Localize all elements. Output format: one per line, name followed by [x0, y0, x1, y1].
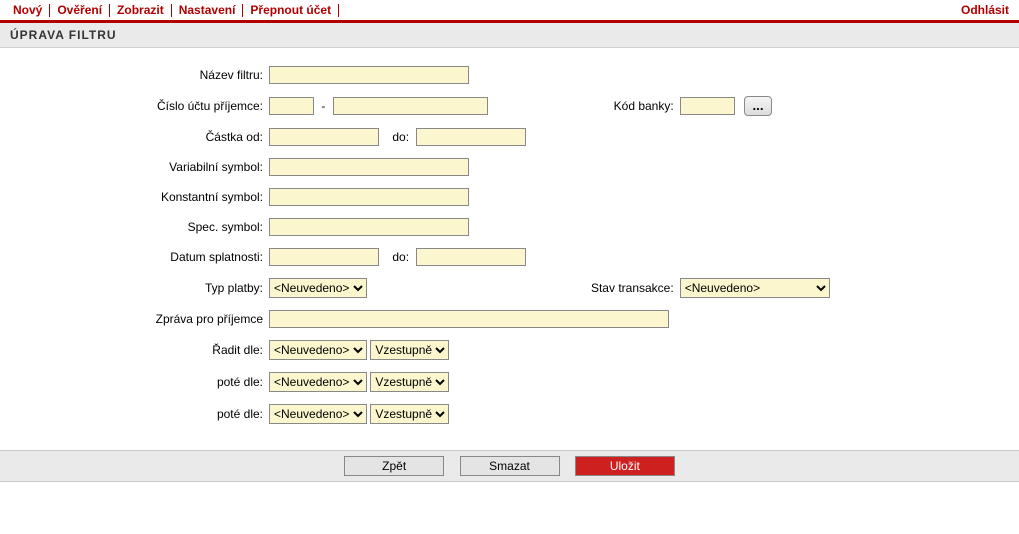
filter-name-input[interactable] — [269, 66, 469, 84]
then-by-label: poté dle: — [100, 366, 266, 398]
account-prefix-input[interactable] — [269, 97, 314, 115]
sort-by-label: Řadit dle: — [100, 334, 266, 366]
bank-code-label: Kód banky: — [491, 90, 677, 122]
amount-from-input[interactable] — [269, 128, 379, 146]
amount-from-label: Částka od: — [100, 122, 266, 152]
constant-symbol-input[interactable] — [269, 188, 469, 206]
menu-separator — [338, 4, 339, 17]
section-title: ÚPRAVA FILTRU — [0, 23, 1019, 48]
account-dash: - — [317, 99, 329, 113]
account-number-input[interactable] — [333, 97, 488, 115]
menu-left: Nový Ověření Zobrazit Nastavení Přepnout… — [6, 2, 339, 18]
tx-state-label: Stav transakce: — [491, 272, 677, 304]
save-button[interactable]: Uložit — [575, 456, 675, 476]
due-date-to-label: do: — [382, 250, 413, 264]
form-area: Název filtru: Číslo účtu příjemce: - Kód… — [0, 48, 1019, 450]
spec-symbol-input[interactable] — [269, 218, 469, 236]
spec-symbol-label: Spec. symbol: — [100, 212, 266, 242]
message-input[interactable] — [269, 310, 669, 328]
sort-by-direction-select[interactable]: Vzestupně — [370, 340, 449, 360]
bank-code-lookup-button[interactable]: ... — [744, 96, 772, 116]
filter-name-label: Název filtru: — [100, 60, 266, 90]
constant-symbol-label: Konstantní symbol: — [100, 182, 266, 212]
amount-to-input[interactable] — [416, 128, 526, 146]
menu-bar: Nový Ověření Zobrazit Nastavení Přepnout… — [0, 0, 1019, 23]
then-by-select[interactable]: <Neuvedeno> — [269, 372, 367, 392]
then-by-direction-select[interactable]: Vzestupně — [370, 372, 449, 392]
variable-symbol-label: Variabilní symbol: — [100, 152, 266, 182]
menu-item-settings[interactable]: Nastavení — [172, 2, 243, 18]
menu-item-verify[interactable]: Ověření — [50, 2, 109, 18]
due-date-label: Datum splatnosti: — [100, 242, 266, 272]
back-button[interactable]: Zpět — [344, 456, 444, 476]
tx-state-select[interactable]: <Neuvedeno> — [680, 278, 830, 298]
sort-by-select[interactable]: <Neuvedeno> — [269, 340, 367, 360]
recipient-account-label: Číslo účtu příjemce: — [100, 90, 266, 122]
delete-button[interactable]: Smazat — [460, 456, 560, 476]
message-label: Zpráva pro příjemce — [100, 304, 266, 334]
footer-bar: Zpět Smazat Uložit — [0, 450, 1019, 482]
due-date-to-input[interactable] — [416, 248, 526, 266]
payment-type-select[interactable]: <Neuvedeno> — [269, 278, 367, 298]
menu-item-new[interactable]: Nový — [6, 2, 49, 18]
then-by2-label: poté dle: — [100, 398, 266, 430]
logout-link[interactable]: Odhlásit — [957, 2, 1013, 18]
then-by2-direction-select[interactable]: Vzestupně — [370, 404, 449, 424]
then-by2-select[interactable]: <Neuvedeno> — [269, 404, 367, 424]
menu-item-view[interactable]: Zobrazit — [110, 2, 171, 18]
amount-to-label: do: — [382, 130, 413, 144]
menu-item-switch-account[interactable]: Přepnout účet — [243, 2, 338, 18]
bank-code-input[interactable] — [680, 97, 735, 115]
due-date-from-input[interactable] — [269, 248, 379, 266]
payment-type-label: Typ platby: — [100, 272, 266, 304]
variable-symbol-input[interactable] — [269, 158, 469, 176]
